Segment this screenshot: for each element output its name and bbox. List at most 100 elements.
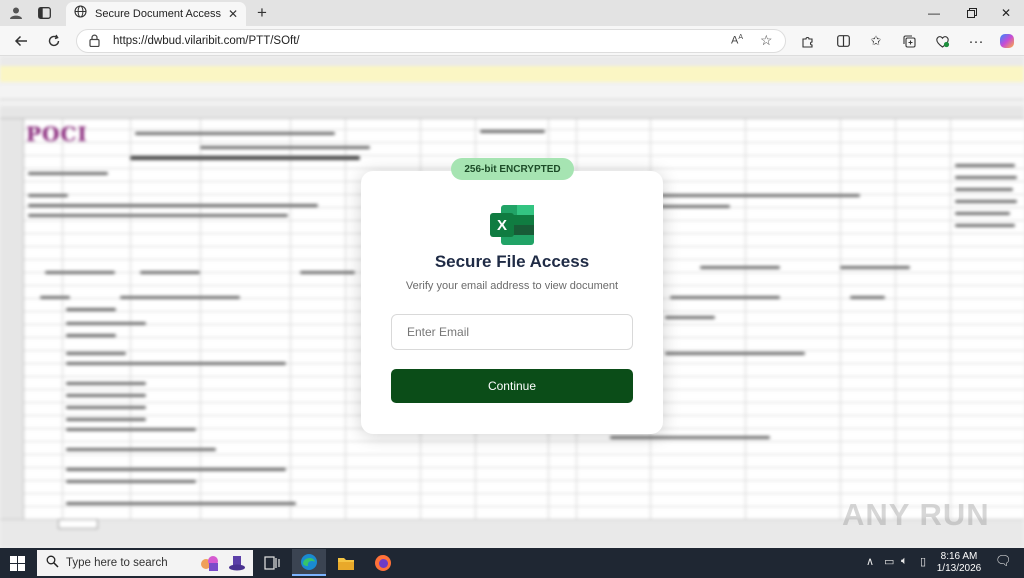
sheet-tab xyxy=(58,519,98,529)
restore-icon[interactable] xyxy=(954,0,990,26)
system-clock[interactable]: 8:16 AM 1/13/2026 xyxy=(936,551,982,575)
blurred-text xyxy=(955,200,1017,203)
blurred-text xyxy=(40,296,70,299)
back-arrow-icon[interactable] xyxy=(10,31,32,51)
new-tab-icon[interactable]: + xyxy=(252,3,272,22)
blurred-text xyxy=(955,212,1010,215)
close-tab-icon[interactable]: ✕ xyxy=(224,7,242,21)
task-view-icon[interactable] xyxy=(257,551,287,575)
blurred-text xyxy=(660,205,730,208)
split-screen-icon[interactable] xyxy=(833,32,853,50)
blurred-text xyxy=(120,296,240,299)
star-icon[interactable]: ☆ xyxy=(760,32,773,49)
blurred-text xyxy=(130,156,360,160)
row-headers xyxy=(0,119,24,519)
display-icon[interactable]: ▯ xyxy=(920,555,926,568)
favorites-icon[interactable]: ✩ xyxy=(866,32,886,50)
firefox-icon[interactable] xyxy=(368,551,398,575)
blurred-text xyxy=(66,362,286,365)
blurred-text xyxy=(66,352,126,355)
grid-line xyxy=(950,119,951,519)
blurred-text xyxy=(66,418,146,421)
encryption-badge: 256-bit ENCRYPTED xyxy=(451,158,574,180)
blurred-text xyxy=(665,352,805,355)
blurred-text xyxy=(300,271,355,274)
profile-icon[interactable] xyxy=(6,4,26,22)
blurred-text xyxy=(610,436,770,439)
tab-actions-icon[interactable] xyxy=(34,4,54,22)
continue-button[interactable]: Continue xyxy=(391,369,633,403)
search-placeholder: Type here to search xyxy=(66,557,168,569)
blurred-text xyxy=(480,130,545,133)
edge-taskbar-icon[interactable] xyxy=(292,549,326,576)
blurred-text xyxy=(66,394,146,397)
refresh-icon[interactable] xyxy=(43,31,65,51)
blurred-text xyxy=(135,132,335,135)
read-aloud-icon[interactable]: AA xyxy=(731,34,743,47)
blurred-text xyxy=(850,296,885,299)
close-window-icon[interactable]: ✕ xyxy=(988,0,1024,26)
collections-icon[interactable] xyxy=(899,32,919,50)
search-icon xyxy=(46,555,59,571)
svg-text:X: X xyxy=(497,217,507,234)
blurred-text xyxy=(700,266,780,269)
blurred-text xyxy=(66,308,116,311)
puzzle-icon[interactable] xyxy=(797,32,817,50)
blurred-text xyxy=(955,188,1013,191)
blurred-text xyxy=(66,382,146,385)
tab-secure-document-access[interactable]: Secure Document Access ✕ xyxy=(66,2,246,26)
blurred-text xyxy=(66,406,146,409)
windows-start-icon[interactable] xyxy=(4,553,30,573)
grid-line xyxy=(745,119,746,519)
blurred-text xyxy=(670,296,780,299)
network-icon[interactable]: ▭ xyxy=(884,555,894,568)
any-run-watermark: ANY RUN xyxy=(842,497,990,532)
blurred-text xyxy=(28,172,108,175)
blurred-text xyxy=(955,176,1017,179)
email-field[interactable] xyxy=(391,314,633,350)
blurred-text xyxy=(66,468,286,471)
clock-time: 8:16 AM xyxy=(940,551,978,562)
blurred-text xyxy=(660,194,860,197)
more-icon[interactable]: ··· xyxy=(966,32,986,50)
ribbon-menu xyxy=(0,56,1024,66)
speaker-icon[interactable]: 🔈︎ xyxy=(901,555,908,568)
copilot-icon[interactable] xyxy=(997,32,1017,50)
minimize-icon[interactable]: — xyxy=(916,0,952,26)
windows-taskbar: Type here to search ∧ ▭ 🔈︎ ▯ 8:16 AM 1/1… xyxy=(0,548,1024,578)
url-bar[interactable]: https://dwbud.vilaribit.com/PTT/SOft/ AA… xyxy=(76,29,786,53)
address-bar-row: https://dwbud.vilaribit.com/PTT/SOft/ AA… xyxy=(0,26,1024,56)
clock-date: 1/13/2026 xyxy=(936,563,982,574)
grid-line xyxy=(895,119,896,519)
blurred-text xyxy=(200,146,370,149)
blurred-text xyxy=(665,316,715,319)
blurred-text xyxy=(955,224,1015,227)
protected-view-bar xyxy=(0,66,1024,82)
lock-icon[interactable] xyxy=(89,34,100,50)
grid-line xyxy=(290,119,291,519)
blurred-text xyxy=(45,271,115,274)
globe-icon xyxy=(74,5,87,23)
show-hidden-icons[interactable]: ∧ xyxy=(866,555,874,568)
tab-title: Secure Document Access xyxy=(95,8,221,20)
grid-line xyxy=(130,119,131,519)
blurred-text xyxy=(66,480,196,483)
modal-title: Secure File Access xyxy=(434,252,590,271)
magician-hat-icon[interactable] xyxy=(222,551,252,575)
formula-bar xyxy=(0,86,1024,100)
column-headers xyxy=(0,106,1024,119)
url-text: https://dwbud.vilaribit.com/PTT/SOft/ xyxy=(113,35,300,47)
blurred-text xyxy=(140,271,200,274)
blurred-text xyxy=(840,266,910,269)
news-widget-icon[interactable] xyxy=(195,551,225,575)
browser-tab-strip: Secure Document Access ✕ + — ✕ xyxy=(0,0,1024,26)
file-explorer-icon[interactable] xyxy=(331,551,361,575)
blurred-text xyxy=(66,334,116,337)
blurred-text xyxy=(66,502,296,505)
grid-line xyxy=(62,119,63,519)
grid-line xyxy=(345,119,346,519)
blurred-text xyxy=(66,448,216,451)
blurred-text xyxy=(28,204,318,207)
heart-pulse-icon[interactable] xyxy=(932,32,952,50)
notification-icon[interactable]: 🗨︎ xyxy=(995,553,1012,569)
